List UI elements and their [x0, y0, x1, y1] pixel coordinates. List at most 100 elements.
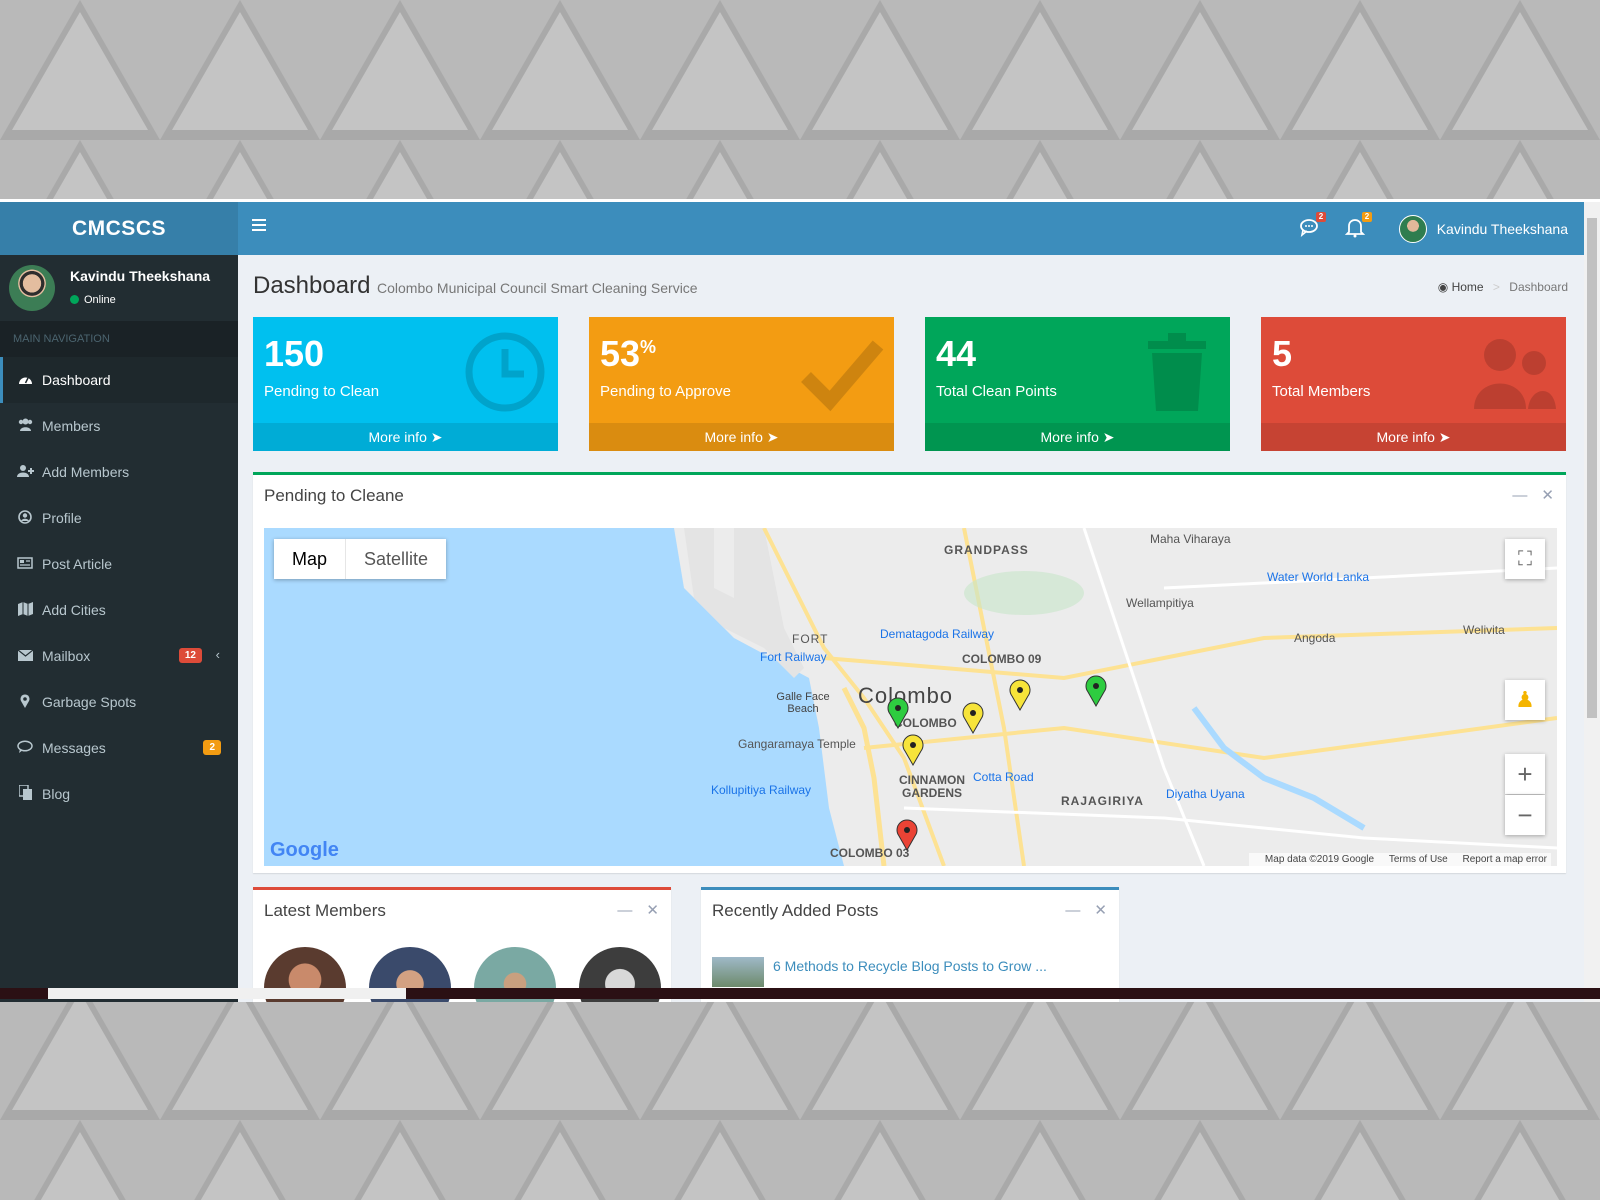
sidebar-item-label: Add Members — [42, 464, 130, 480]
map-label: Angoda — [1294, 631, 1336, 645]
fullscreen-icon[interactable]: ⛶ — [1505, 539, 1545, 579]
map-type-control: Map Satellite — [274, 539, 447, 579]
collapse-icon[interactable]: — — [1512, 487, 1527, 504]
stat-label: Pending to Clean — [264, 383, 380, 400]
more-info-link[interactable]: More info ➤ — [1261, 423, 1566, 451]
sidebar-item-garbage-spots[interactable]: Garbage Spots — [0, 679, 238, 725]
sidebar-item-label: Add Cities — [42, 602, 106, 618]
map-label: COLOMBO 09 — [962, 652, 1042, 666]
breadcrumb-separator: > — [1492, 280, 1500, 294]
map-label: Dematagoda Railway — [880, 627, 995, 641]
collapse-icon[interactable]: — — [617, 902, 632, 919]
sidebar-item-label: Dashboard — [42, 372, 111, 388]
close-icon[interactable]: ✕ — [646, 902, 659, 919]
map-panel: Pending to Cleane — ✕ Map Satellite ⛶ ♟ … — [253, 472, 1566, 873]
messages-count-badge: 2 — [1316, 212, 1326, 222]
map-type-map[interactable]: Map — [274, 539, 347, 579]
users-icon — [16, 418, 34, 434]
stat-box-pending-clean: 150 Pending to Clean More info ➤ — [253, 317, 558, 451]
sidebar-item-label: Garbage Spots — [42, 694, 137, 710]
mailbox-count-badge: 12 — [178, 648, 202, 663]
taskbar — [0, 988, 1600, 999]
user-circle-icon — [16, 509, 34, 527]
google-logo: Google — [270, 839, 339, 861]
taskbar-window[interactable] — [48, 988, 406, 999]
arrow-circle-right-icon: ➤ — [1102, 429, 1115, 445]
post-title-link[interactable]: 6 Methods to Recycle Blog Posts to Grow … — [773, 958, 1047, 974]
browser-window: CMCSCS 2 2 Kavindu Theekshana Kavindu Th… — [0, 199, 1600, 1002]
more-info-link[interactable]: More info ➤ — [253, 423, 558, 451]
users-icon — [1474, 339, 1556, 409]
user-menu[interactable]: Kavindu Theekshana — [1398, 202, 1584, 255]
map-icon — [16, 601, 34, 619]
close-icon[interactable]: ✕ — [1541, 487, 1554, 504]
panel-title: Pending to Cleane — [264, 486, 404, 505]
close-icon[interactable]: ✕ — [1094, 902, 1107, 919]
more-info-link[interactable]: More info ➤ — [925, 423, 1230, 451]
app-logo[interactable]: CMCSCS — [0, 202, 238, 255]
map-label: COLOMBO 03 — [830, 846, 910, 860]
sidebar-item-label: Mailbox — [42, 648, 91, 664]
sidebar-item-add-members[interactable]: Add Members — [0, 449, 238, 495]
map-label: GRANDPASS — [944, 543, 1029, 557]
sidebar-user-name: Kavindu Theekshana — [70, 268, 211, 284]
page-subtitle: Colombo Municipal Council Smart Cleaning… — [377, 280, 698, 296]
user-plus-icon — [16, 464, 34, 480]
sidebar-item-messages[interactable]: Messages 2 — [0, 725, 238, 771]
map-attribution: Map data ©2019 Google Terms of Use Repor… — [1248, 853, 1551, 866]
sidebar-item-blog[interactable]: Blog — [0, 771, 238, 817]
breadcrumb-home[interactable]: Home — [1452, 280, 1484, 294]
report-error-link[interactable]: Report a map error — [1463, 854, 1547, 865]
stat-box-total-members: 5 Total Members More info ➤ — [1261, 317, 1566, 451]
arrow-circle-right-icon: ➤ — [1438, 429, 1451, 445]
map-label: COLOMBO — [894, 716, 957, 730]
map-label: Wellampitiya — [1126, 596, 1194, 610]
map-label: Galle Face Beach — [776, 691, 830, 715]
panel-title: Latest Members — [264, 901, 386, 920]
header-user-name: Kavindu Theekshana — [1436, 220, 1568, 237]
sidebar-toggle-icon[interactable] — [252, 219, 266, 234]
sidebar-item-label: Blog — [42, 786, 71, 802]
messages-button[interactable]: 2 — [1298, 212, 1326, 240]
trash-icon — [1148, 333, 1206, 411]
more-info-link[interactable]: More info ➤ — [589, 423, 894, 451]
sidebar-item-profile[interactable]: Profile — [0, 495, 238, 541]
scrollbar[interactable] — [1584, 202, 1600, 1002]
map-label: FORT — [792, 632, 829, 646]
notifications-button[interactable]: 2 — [1344, 212, 1372, 240]
scrollbar-thumb[interactable] — [1587, 218, 1597, 718]
sidebar: Kavindu Theekshana Online MAIN NAVIGATIO… — [0, 255, 238, 1002]
panel-tools: — ✕ — [603, 901, 659, 919]
map-label: Welivita — [1463, 623, 1505, 637]
map-label: Diyatha Uyana — [1166, 787, 1245, 801]
pegman-icon[interactable]: ♟ — [1505, 680, 1545, 720]
top-navbar: 2 2 Kavindu Theekshana — [238, 202, 1584, 255]
collapse-icon[interactable]: — — [1065, 902, 1080, 919]
zoom-out-button[interactable]: − — [1505, 795, 1545, 835]
chevron-left-icon[interactable]: ‹ — [216, 647, 220, 662]
dashboard-icon: ◉ — [1437, 280, 1449, 294]
dashboard-icon — [16, 373, 34, 388]
map-label: Water World Lanka — [1267, 570, 1370, 584]
map-label: RAJAGIRIYA — [1061, 794, 1144, 808]
arrow-circle-right-icon: ➤ — [430, 429, 443, 445]
map-type-satellite[interactable]: Satellite — [346, 539, 446, 579]
files-icon — [16, 784, 34, 803]
stat-value: 5 — [1272, 333, 1293, 374]
sidebar-item-mailbox[interactable]: Mailbox 12 ‹ — [0, 633, 238, 679]
panel-title: Recently Added Posts — [712, 901, 879, 920]
sidebar-item-dashboard[interactable]: Dashboard — [0, 357, 238, 403]
zoom-in-button[interactable]: + — [1505, 754, 1545, 794]
google-map[interactable]: Map Satellite ⛶ ♟ + − GRANDPASS Maha Vih… — [264, 528, 1557, 866]
stat-value: 44 — [936, 333, 977, 374]
post-thumbnail[interactable] — [712, 957, 764, 987]
map-label: Gangaramaya Temple — [738, 737, 856, 751]
sidebar-item-label: Profile — [42, 510, 82, 526]
sidebar-item-add-cities[interactable]: Add Cities — [0, 587, 238, 633]
terms-link[interactable]: Terms of Use — [1389, 854, 1448, 865]
envelope-icon — [16, 649, 34, 664]
arrow-circle-right-icon: ➤ — [766, 429, 779, 445]
clock-icon — [465, 332, 545, 412]
sidebar-item-members[interactable]: Members — [0, 403, 238, 449]
sidebar-item-post-article[interactable]: Post Article — [0, 541, 238, 587]
